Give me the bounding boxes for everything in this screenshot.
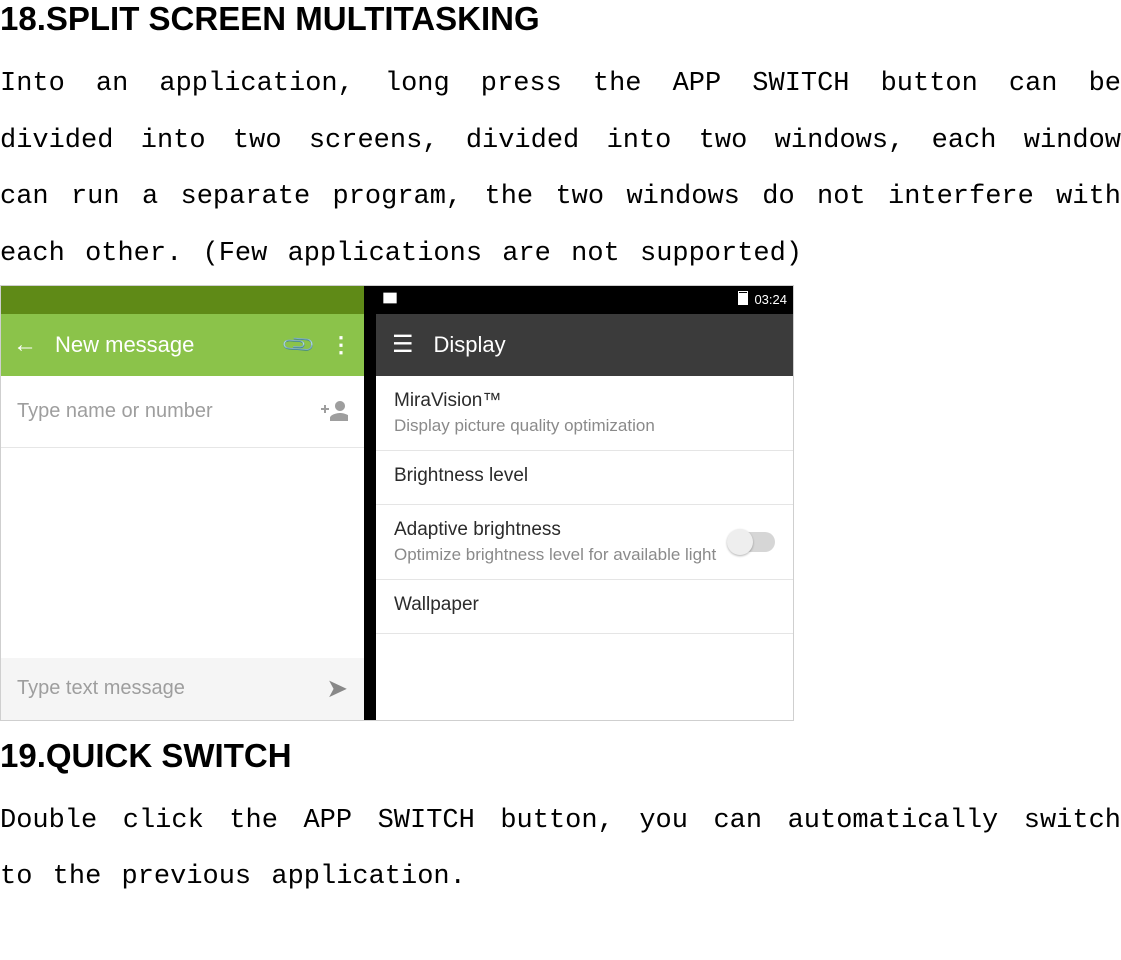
- compose-placeholder: Type text message: [17, 677, 185, 700]
- hamburger-menu-icon[interactable]: ☰: [392, 330, 414, 359]
- status-bar-right: 03:24: [376, 286, 793, 314]
- list-item[interactable]: Adaptive brightness Optimize brightness …: [376, 505, 793, 580]
- settings-list: MiraVision™ Display picture quality opti…: [376, 376, 793, 635]
- left-pane-messaging: ← New message 📎 ⋮ Type name or number Ty…: [1, 286, 376, 720]
- messaging-app-bar: ← New message 📎 ⋮: [1, 314, 364, 376]
- status-right-cluster: 03:24: [738, 291, 787, 308]
- split-screen-screenshot: ← New message 📎 ⋮ Type name or number Ty…: [0, 285, 794, 721]
- recipient-input-row[interactable]: Type name or number: [1, 376, 364, 448]
- toggle-switch[interactable]: [729, 532, 775, 552]
- paragraph-18: Into an application, long press the APP …: [0, 56, 1121, 283]
- back-arrow-icon[interactable]: ←: [13, 331, 37, 359]
- app-bar-title: New message: [55, 332, 194, 358]
- compose-row[interactable]: Type text message ➤: [1, 658, 364, 720]
- screenshot-indicator-icon: [382, 291, 398, 308]
- paragraph-19: Double click the APP SWITCH button, you …: [0, 793, 1121, 906]
- status-time: 03:24: [754, 292, 787, 307]
- overflow-menu-icon[interactable]: ⋮: [330, 332, 352, 358]
- heading-19: 19.QUICK SWITCH: [0, 737, 1121, 775]
- attachment-icon[interactable]: 📎: [279, 326, 317, 364]
- item-primary: Brightness level: [394, 465, 775, 487]
- item-secondary: Optimize brightness level for available …: [394, 544, 719, 565]
- right-pane-settings: 03:24 ☰ Display MiraVision™ Display pict…: [376, 286, 793, 720]
- send-icon[interactable]: ➤: [326, 673, 348, 704]
- split-drag-handle[interactable]: [364, 563, 368, 603]
- recipient-placeholder: Type name or number: [17, 400, 213, 423]
- status-bar-left: [1, 286, 364, 314]
- list-item[interactable]: Brightness level: [376, 451, 793, 505]
- add-contact-icon[interactable]: [320, 399, 348, 423]
- settings-toolbar: ☰ Display: [376, 314, 793, 376]
- item-primary: MiraVision™: [394, 390, 775, 412]
- battery-icon: [738, 291, 748, 308]
- item-secondary: Display picture quality optimization: [394, 415, 775, 436]
- item-primary: Wallpaper: [394, 594, 775, 616]
- list-item[interactable]: Wallpaper: [376, 580, 793, 634]
- list-item[interactable]: MiraVision™ Display picture quality opti…: [376, 376, 793, 451]
- message-thread-area: [1, 448, 364, 658]
- item-primary: Adaptive brightness: [394, 519, 719, 541]
- settings-title: Display: [434, 332, 506, 358]
- heading-18: 18.SPLIT SCREEN MULTITASKING: [0, 0, 1121, 38]
